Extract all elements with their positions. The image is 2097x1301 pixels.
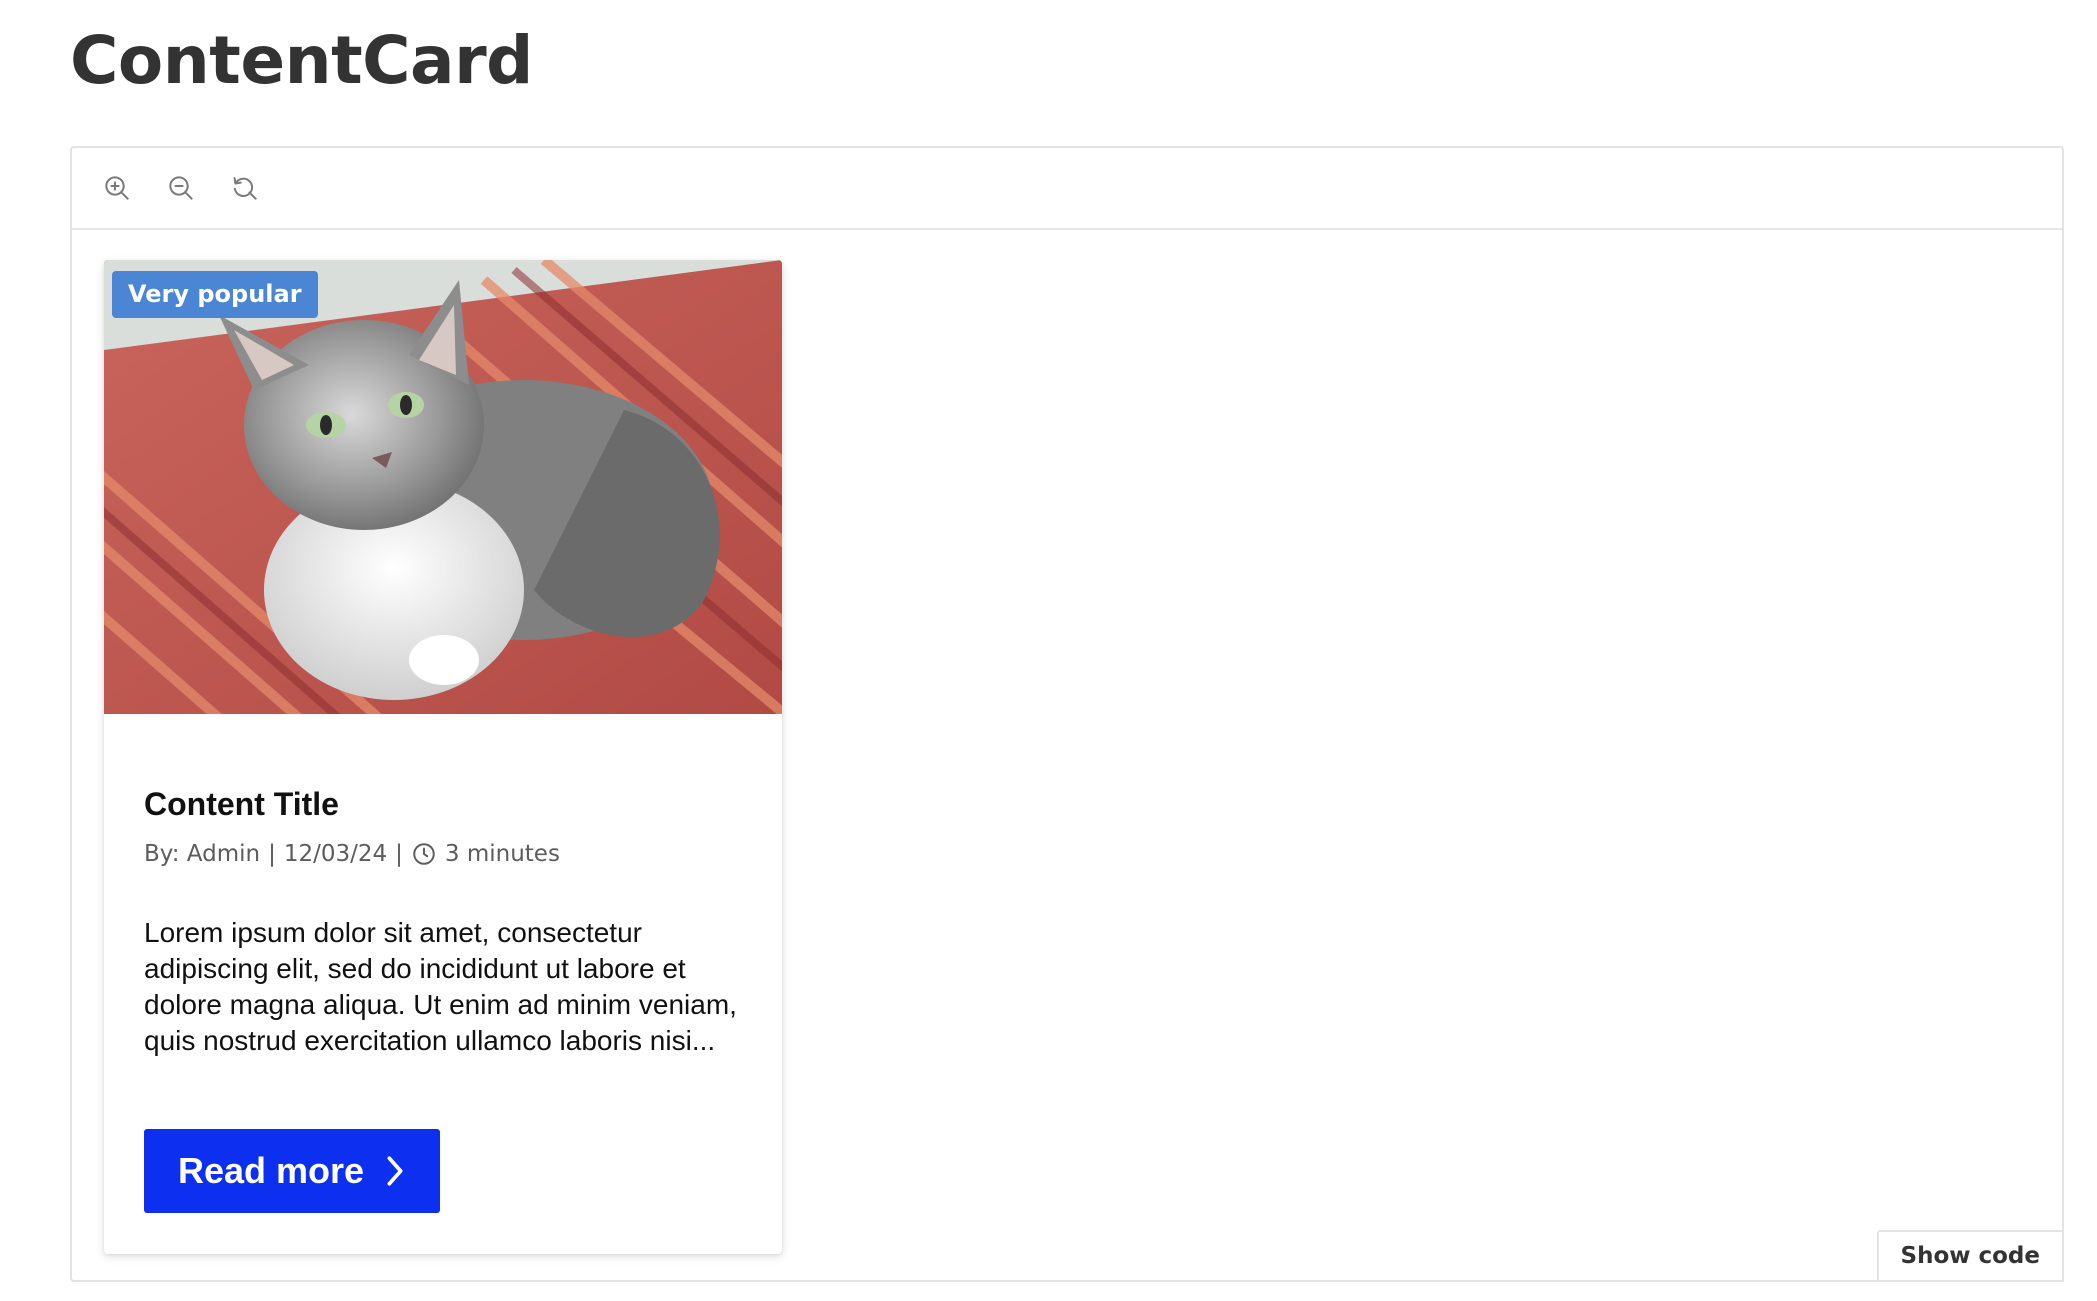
read-more-button[interactable]: Read more <box>144 1129 441 1213</box>
meta-date: 12/03/24 <box>283 841 388 867</box>
page-title: ContentCard <box>70 22 533 99</box>
reset-zoom-button[interactable] <box>228 171 262 205</box>
popularity-badge: Very popular <box>112 271 318 318</box>
zoom-out-button[interactable] <box>164 171 198 205</box>
card-excerpt: Lorem ipsum dolor sit amet, consectetur … <box>144 917 737 1056</box>
zoom-in-icon <box>105 176 129 200</box>
zoom-toolbar <box>72 148 2062 230</box>
card-body: Content Title By: Admin | 12/03/24 | 3 m… <box>104 714 782 1213</box>
cat-photo <box>104 260 782 714</box>
read-more-label: Read more <box>178 1150 365 1191</box>
meta-separator: | <box>268 841 276 867</box>
meta-read-time: 3 minutes <box>444 841 560 867</box>
zoom-in-button[interactable] <box>100 171 134 205</box>
clock-icon <box>411 841 437 867</box>
meta-author: By: Admin <box>144 841 261 867</box>
reset-zoom-icon <box>233 177 257 200</box>
card-meta: By: Admin | 12/03/24 | 3 minutes <box>144 841 742 867</box>
zoom-out-icon <box>169 176 193 200</box>
meta-separator: | <box>395 841 403 867</box>
preview-frame: Very popular Content Title By: Admin | 1… <box>70 146 2064 1282</box>
card-title: Content Title <box>144 786 339 822</box>
chevron-right-icon <box>387 1156 403 1186</box>
content-card: Very popular Content Title By: Admin | 1… <box>104 260 782 1254</box>
card-image: Very popular <box>104 260 782 714</box>
show-code-button[interactable]: Show code <box>1876 1230 2064 1282</box>
